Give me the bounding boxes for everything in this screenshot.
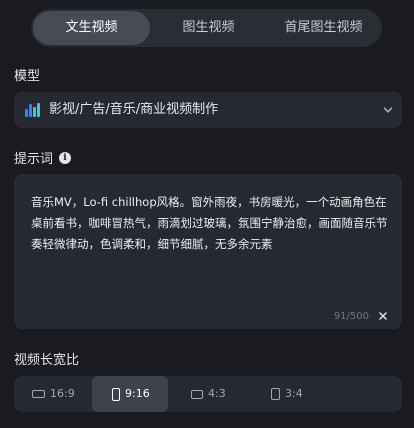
prompt-label: 提示词 xyxy=(14,152,54,167)
portrait-icon xyxy=(112,387,120,401)
ratio-label-4-3: 4:3 xyxy=(208,387,226,400)
clear-icon[interactable] xyxy=(376,309,390,323)
prompt-label-row: 提示词 i xyxy=(14,148,72,167)
model-selected-value: 影视/广告/音乐/商业视频制作 xyxy=(49,102,219,117)
ratio-option-3-4[interactable]: 3:4 xyxy=(267,376,327,412)
bar-chart-icon xyxy=(25,103,41,117)
ratio-label-9-16: 9:16 xyxy=(125,387,150,400)
ratio-label-16-9: 16:9 xyxy=(50,387,75,400)
aspect-ratio-selector: 16:9 9:16 4:3 3:4 xyxy=(14,376,402,412)
landscape-icon xyxy=(191,389,203,399)
model-label: 模型 xyxy=(14,69,41,84)
ratio-option-9-16[interactable]: 9:16 xyxy=(92,376,168,412)
aspect-ratio-label: 视频长宽比 xyxy=(14,353,80,368)
tab-image-to-video[interactable]: 图生视频 xyxy=(150,11,267,45)
prompt-text[interactable]: 音乐MV，Lo-fi chillhop风格。窗外雨夜，书房暖光，一个动画角色在桌… xyxy=(31,192,389,255)
info-icon[interactable]: i xyxy=(59,151,72,164)
ratio-label-3-4: 3:4 xyxy=(285,387,303,400)
model-select[interactable]: 影视/广告/音乐/商业视频制作 xyxy=(14,92,402,128)
ratio-option-4-3[interactable]: 4:3 xyxy=(187,376,247,412)
portrait-icon xyxy=(271,388,280,400)
tab-text-to-video[interactable]: 文生视频 xyxy=(33,11,150,45)
tab-first-last-frame-video[interactable]: 首尾图生视频 xyxy=(267,11,380,45)
ratio-option-16-9[interactable]: 16:9 xyxy=(28,376,88,412)
landscape-icon xyxy=(32,390,45,398)
generation-mode-tabs: 文生视频 图生视频 首尾图生视频 xyxy=(31,9,382,47)
character-counter: 91/500 xyxy=(333,311,369,322)
prompt-textarea[interactable]: 音乐MV，Lo-fi chillhop风格。窗外雨夜，书房暖光，一个动画角色在桌… xyxy=(14,174,402,329)
chevron-down-icon xyxy=(383,107,393,113)
